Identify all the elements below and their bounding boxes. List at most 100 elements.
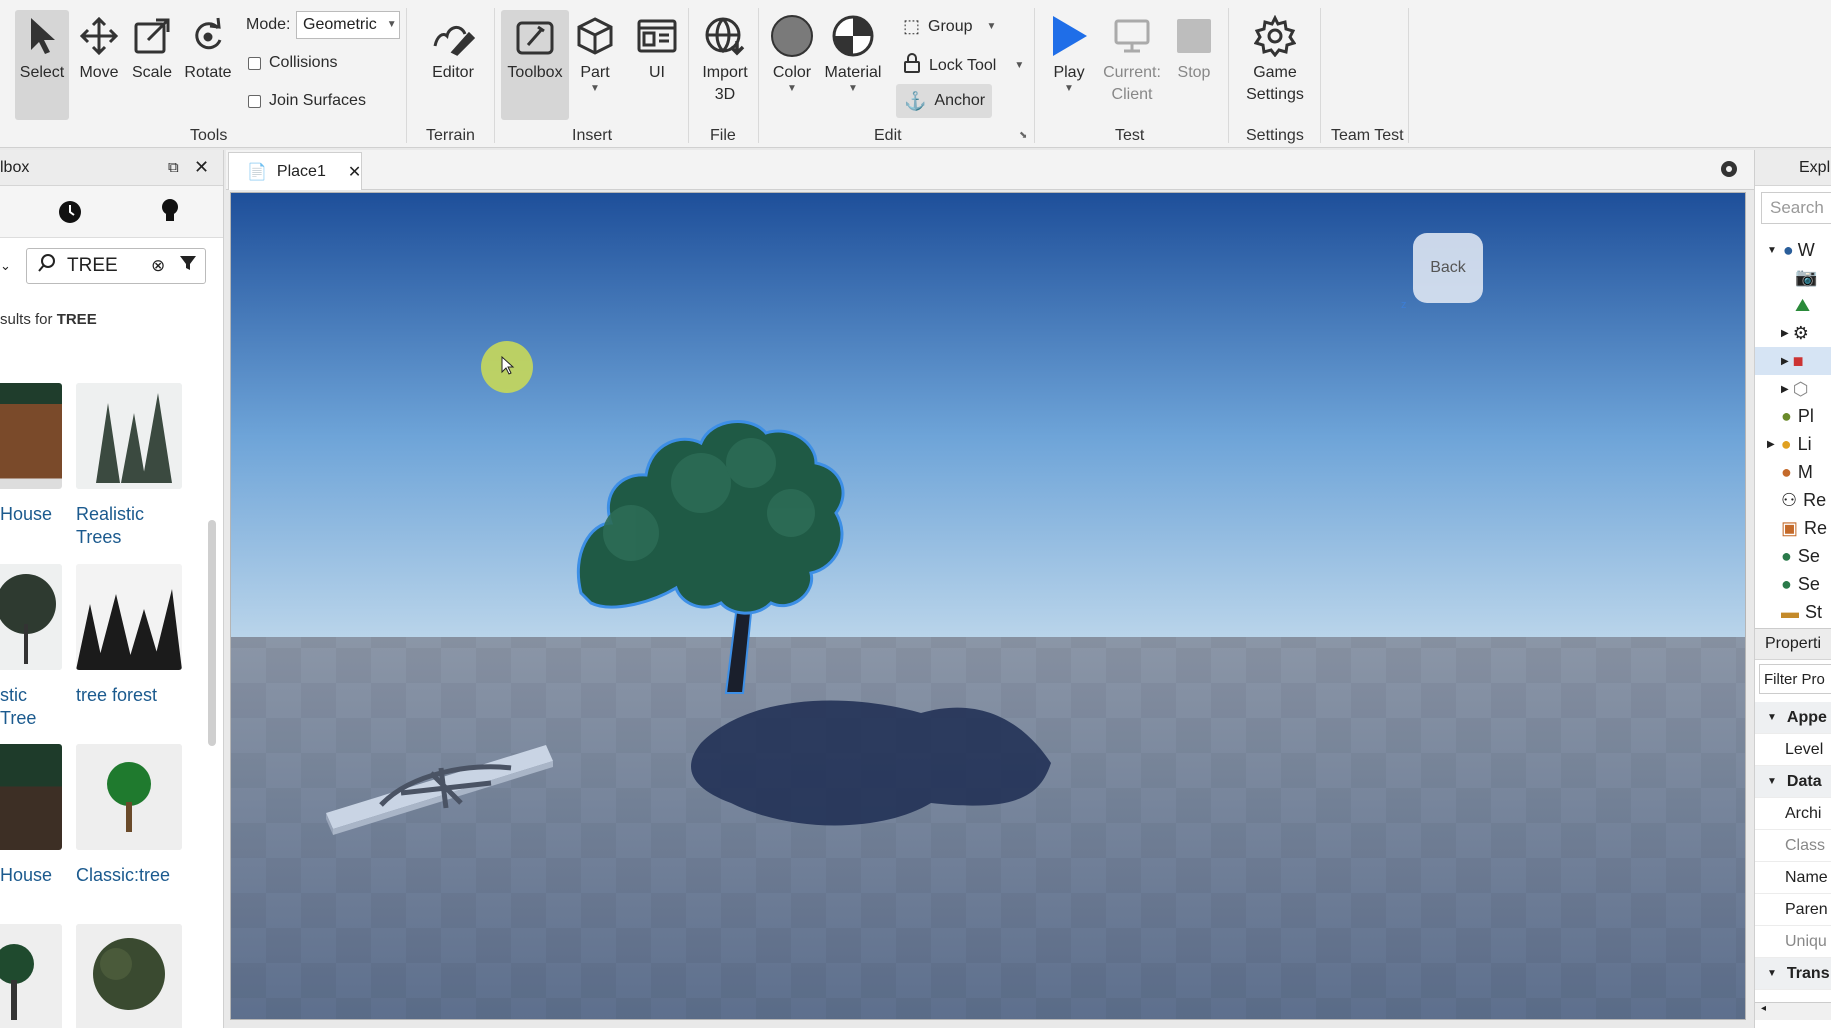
explorer-item-replicated-first[interactable]: ⚇ Re [1755,486,1831,514]
select-label: Select [19,64,65,81]
properties-section-transform[interactable]: ▼ Trans [1755,958,1831,990]
ui-button[interactable]: UI [636,10,678,84]
toolbox-title: lbox [0,158,30,176]
tab-place1[interactable]: 📄 Place1 ✕ [228,152,362,190]
category-dropdown-chevron-icon[interactable]: ⌄ [0,258,11,274]
property-row[interactable]: Class [1755,830,1831,862]
property-row[interactable]: Archi [1755,798,1831,830]
viewport-settings-gear-icon[interactable] [1718,158,1740,185]
explorer-panel: Expl Search ▼ ● W 📷 ⛰ ▶ ⚙ ▶ ■ ▶ ⬡ ● Pl ▶ ● Li ● M… [1754,150,1831,1028]
terrain-editor-button[interactable]: Editor [424,10,482,84]
asset-card[interactable]: House [0,383,66,526]
checkbox-icon [248,94,261,108]
asset-card[interactable] [0,924,66,1028]
asset-card[interactable] [76,924,186,1028]
mode-dropdown[interactable]: Geometric ▼ [296,11,400,39]
group-button[interactable]: ⬚ Group ▼ [903,16,996,37]
properties-section-appearance[interactable]: ▼ Appe [1755,702,1831,734]
properties-section-data[interactable]: ▼ Data [1755,766,1831,798]
back-label: Back [1430,259,1466,276]
divider [494,8,495,143]
property-row[interactable]: Uniqu [1755,926,1831,958]
explorer-item-server-script-service[interactable]: ● Se [1755,542,1831,570]
group-label-settings: Settings [1246,127,1304,144]
undock-icon[interactable]: ⧉ [168,159,179,176]
collisions-checkbox[interactable]: Collisions [248,54,337,72]
asset-card[interactable]: Realistic Trees [76,383,186,549]
material-button[interactable]: Material ▼ [820,10,886,94]
game-settings-button[interactable]: Game Settings [1238,10,1312,106]
current-client-label: Current: Client [1103,64,1161,103]
rotate-button[interactable]: Rotate [180,10,236,84]
gear-icon [1254,10,1296,62]
move-button[interactable]: Move [74,10,124,84]
asset-thumbnail [76,744,182,850]
explorer-item-part[interactable]: ▶ ⬡ [1755,375,1831,403]
explorer-item-replicated-storage[interactable]: ▣ Re [1755,514,1831,542]
explorer-item-workspace[interactable]: ▼ ● W [1755,236,1831,264]
recent-clock-icon[interactable] [58,200,82,229]
toolbox-button[interactable]: Toolbox [501,10,569,120]
lightbulb-icon[interactable] [160,198,180,229]
color-button[interactable]: Color ▼ [766,10,818,94]
property-label: Uniqu [1785,932,1827,950]
explorer-item-label: Re [1803,489,1827,510]
close-tab-icon[interactable]: ✕ [348,162,361,182]
explorer-item-terrain[interactable]: ⛰ [1755,291,1831,319]
explorer-item-starter[interactable]: ▬ St [1755,598,1831,626]
explorer-item-lighting[interactable]: ▶ ● Li [1755,430,1831,458]
explorer-item-settings[interactable]: ▶ ⚙ [1755,319,1831,347]
scale-label: Scale [131,64,173,81]
explorer-item-players[interactable]: ● Pl [1755,402,1831,430]
explorer-search-input[interactable]: Search [1761,192,1831,224]
property-row[interactable]: Name [1755,862,1831,894]
cursor-icon [27,10,57,62]
asset-thumbnail [0,564,62,670]
filter-icon[interactable] [179,254,197,278]
expand-corner-icon[interactable]: ⬊ [1019,130,1027,141]
properties-filter-input[interactable]: Filter Pro [1759,664,1831,694]
stop-label: Stop [1177,64,1211,81]
search-icon [37,253,57,279]
property-row[interactable]: Level [1755,734,1831,766]
select-button[interactable]: Select [15,10,69,120]
current-client-button[interactable]: Current: Client [1096,10,1168,106]
explorer-item-server-storage[interactable]: ● Se [1755,570,1831,598]
view-cube-back-button[interactable]: Back [1413,233,1483,303]
asset-card[interactable]: stic Tree [0,564,66,730]
import-3d-button[interactable]: Import 3D [694,10,756,106]
group-label-file: File [710,127,736,144]
viewport-3d[interactable]: Back z [230,192,1746,1020]
chevron-down-icon: ▼ [848,83,858,94]
clear-search-icon[interactable]: ⊗ [151,256,165,276]
asset-card[interactable]: Classic:tree [76,744,186,887]
chevron-down-icon: ▼ [1064,83,1074,94]
toolbox-tabs [0,186,223,238]
part-button[interactable]: Part ▼ [574,10,616,94]
asset-card[interactable]: tree forest [76,564,186,707]
search-input[interactable]: TREE ⊗ [26,248,206,284]
lock-tool-button[interactable]: Lock Tool ▼ [903,53,1024,78]
explorer-item-camera[interactable]: 📷 [1755,263,1831,291]
properties-horizontal-scrollbar[interactable]: ◂ [1755,1002,1831,1020]
chevron-down-icon: ▼ [1014,59,1025,71]
scale-button[interactable]: Scale [127,10,177,84]
close-icon[interactable]: ✕ [194,157,209,178]
anchor-button[interactable]: ⚓ Anchor [896,84,992,118]
monitor-icon [1112,10,1152,62]
play-button[interactable]: Play ▼ [1044,10,1094,94]
property-row[interactable]: Paren [1755,894,1831,926]
explorer-item-model-selected[interactable]: ▶ ■ [1755,347,1831,375]
join-surfaces-checkbox[interactable]: Join Surfaces [248,92,366,110]
stop-button[interactable]: Stop [1172,10,1216,84]
toolbox-scrollbar[interactable] [208,520,216,746]
divider [1228,8,1229,143]
checkbox-icon [248,56,261,70]
results-term: TREE [56,311,97,328]
asset-card[interactable]: House [0,744,66,887]
divider [688,8,689,143]
cube-icon [575,10,615,62]
explorer-item-material-service[interactable]: ● M [1755,458,1831,486]
properties-filter-placeholder: Filter Pro [1764,670,1825,688]
explorer-item-label: Li [1797,433,1812,454]
